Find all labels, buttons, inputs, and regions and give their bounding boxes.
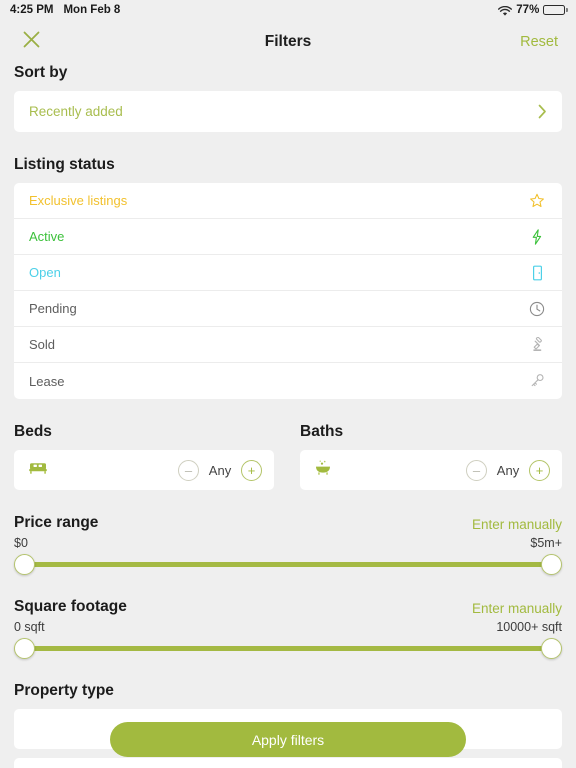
key-icon (527, 371, 547, 391)
price-slider-track (22, 561, 554, 567)
listing-status-label-open: Open (29, 265, 61, 280)
filters-screen: 4:25 PM Mon Feb 8 77% Filters Reset Sort… (0, 0, 576, 768)
baths-stepper: – Any + (466, 459, 550, 481)
reset-button[interactable]: Reset (520, 34, 558, 50)
listing-status-label-sold: Sold (29, 337, 56, 352)
bed-icon (28, 460, 48, 481)
lightning-bolt-icon (527, 227, 547, 247)
sqft-enter-manually-button[interactable]: Enter manually (472, 601, 562, 616)
sort-by-value: Recently added (29, 104, 123, 119)
square-footage-label: Square footage (14, 598, 127, 615)
listing-status-card: Exclusive listings Active Open Pending S… (14, 183, 562, 399)
square-footage-header: Square footage Enter manually (0, 598, 576, 616)
status-time: 4:25 PM (10, 4, 54, 16)
sort-by-label: Sort by (14, 64, 68, 81)
price-range-header: Price range Enter manually (0, 514, 576, 532)
battery-percent: 77% (516, 4, 540, 16)
price-enter-manually-button[interactable]: Enter manually (472, 517, 562, 532)
sqft-slider-track (22, 645, 554, 651)
close-button[interactable] (18, 29, 44, 55)
beds-label: Beds (14, 423, 52, 440)
close-icon (23, 31, 40, 53)
baths-column: Baths – Any + (288, 423, 576, 490)
beds-value: Any (208, 462, 232, 478)
listing-status-item-sold[interactable]: Sold (14, 327, 562, 363)
sort-by-card: Recently added (14, 91, 562, 132)
beds-increment-button[interactable]: + (241, 459, 262, 481)
status-date: Mon Feb 8 (63, 4, 121, 16)
beds-stepper: – Any + (178, 459, 262, 481)
baths-card: – Any + (300, 450, 562, 490)
beds-card: – Any + (14, 450, 274, 490)
listing-status-item-pending[interactable]: Pending (14, 291, 562, 327)
price-slider-max-handle[interactable] (541, 553, 562, 575)
nav-bar: Filters Reset (0, 20, 576, 64)
price-range-slider[interactable] (14, 550, 562, 578)
bathtub-icon (314, 459, 332, 481)
status-bar: 4:25 PM Mon Feb 8 77% (0, 0, 576, 20)
price-range-values: $0 $5m+ (0, 536, 576, 550)
property-type-label: Property type (14, 682, 114, 699)
status-bar-left: 4:25 PM Mon Feb 8 (10, 4, 120, 16)
listing-status-item-lease[interactable]: Lease (14, 363, 562, 399)
chevron-right-icon (538, 104, 547, 119)
beds-column: Beds – Any + (0, 423, 288, 490)
square-footage-slider[interactable] (14, 634, 562, 662)
listing-status-label: Listing status (14, 156, 115, 173)
listing-status-item-active[interactable]: Active (14, 219, 562, 255)
sqft-slider-min-handle[interactable] (14, 637, 35, 659)
status-bar-right: 77% (498, 4, 568, 16)
page-title: Filters (264, 33, 312, 50)
apply-filters-button[interactable]: Apply filters (110, 722, 466, 757)
baths-decrement-button[interactable]: – (466, 459, 487, 481)
listing-status-item-open[interactable]: Open (14, 255, 562, 291)
clock-icon (527, 299, 547, 319)
battery-icon (543, 4, 568, 16)
price-slider-min-handle[interactable] (14, 553, 35, 575)
beds-baths-row: Beds – Any + Baths – Any + (0, 423, 576, 490)
bottom-partial-card (14, 758, 562, 768)
baths-increment-button[interactable]: + (529, 459, 550, 481)
price-max-value: $5m+ (530, 536, 562, 550)
baths-label: Baths (300, 423, 344, 440)
sqft-max-value: 10000+ sqft (496, 620, 562, 634)
price-range-label: Price range (14, 514, 99, 531)
baths-value: Any (496, 462, 520, 478)
filters-scroll-area[interactable]: Sort by Recently added Listing status Ex… (0, 64, 576, 768)
sort-by-row[interactable]: Recently added (14, 91, 562, 132)
gavel-icon (527, 335, 547, 355)
star-icon (527, 191, 547, 211)
sqft-min-value: 0 sqft (14, 620, 45, 634)
listing-status-label-lease: Lease (29, 373, 65, 389)
listing-status-label-active: Active (29, 229, 65, 244)
sqft-slider-max-handle[interactable] (541, 637, 562, 659)
listing-status-label-pending: Pending (29, 301, 77, 316)
listing-status-item-exclusive[interactable]: Exclusive listings (14, 183, 562, 219)
price-min-value: $0 (14, 536, 28, 550)
square-footage-values: 0 sqft 10000+ sqft (0, 620, 576, 634)
listing-status-label-exclusive: Exclusive listings (29, 193, 128, 208)
beds-decrement-button[interactable]: – (178, 459, 199, 481)
apply-filters-bar: Apply filters (0, 722, 576, 757)
open-door-icon (527, 263, 547, 283)
wifi-icon (498, 5, 513, 17)
